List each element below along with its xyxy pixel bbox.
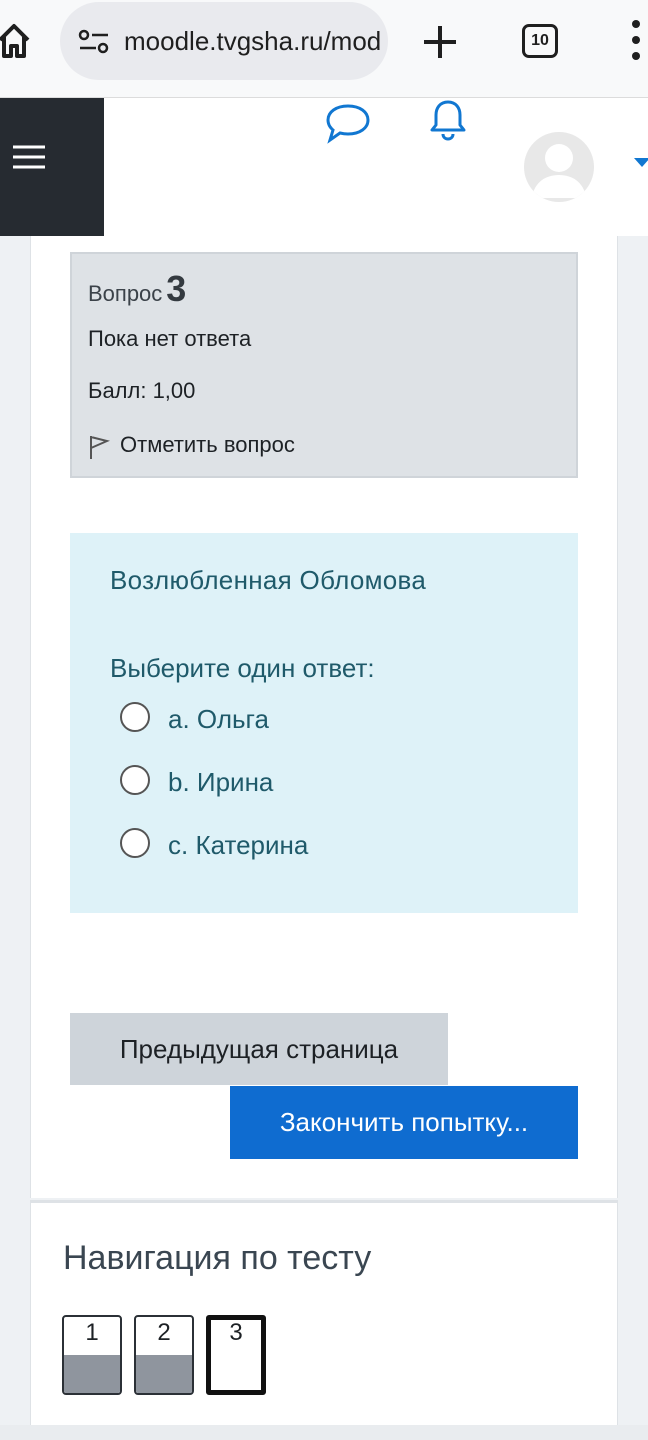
- question-number: 3: [166, 268, 187, 309]
- user-avatar[interactable]: [524, 132, 594, 202]
- messages-icon[interactable]: [324, 102, 372, 144]
- radio-button[interactable]: [120, 702, 150, 732]
- answer-label[interactable]: b. Ирина: [168, 767, 273, 798]
- answer-option[interactable]: a. Ольга: [118, 700, 478, 740]
- site-navbar: [0, 98, 648, 236]
- radio-button[interactable]: [120, 828, 150, 858]
- quiz-navigation-title: Навигация по тесту: [63, 1239, 372, 1277]
- url-text: moodle.tvgsha.ru/mod/quiz/attempt.php: [124, 26, 380, 56]
- question-grade: Балл: 1,00: [88, 378, 196, 403]
- notifications-icon[interactable]: [428, 98, 468, 142]
- radio-button[interactable]: [120, 765, 150, 795]
- question-nav-number: 1: [85, 1319, 99, 1346]
- question-state: Пока нет ответа: [88, 326, 252, 351]
- home-icon[interactable]: [0, 20, 32, 60]
- user-menu-caret-icon[interactable]: [634, 158, 648, 167]
- hamburger-icon: [13, 145, 45, 169]
- question-info-box: Вопрос 3 Пока нет ответа Балл: 1,00 Отмет…: [70, 252, 578, 478]
- previous-page-button[interactable]: Предыдущая страница: [70, 1013, 448, 1085]
- question-text: Возлюбленная Обломова: [110, 565, 427, 595]
- quiz-nav-question-1[interactable]: 1: [62, 1315, 122, 1395]
- flag-question-label: Отметить вопрос: [120, 432, 295, 457]
- more-menu-icon[interactable]: [624, 18, 644, 62]
- quiz-nav-question-3[interactable]: 3: [206, 1315, 266, 1395]
- question-formulation: Возлюбленная Обломова Выберите один отве…: [70, 533, 578, 913]
- answer-prompt: Выберите один ответ:: [110, 653, 375, 683]
- answer-option[interactable]: c. Катерина: [118, 826, 478, 866]
- address-bar[interactable]: moodle.tvgsha.ru/mod/quiz/attempt.php: [60, 2, 388, 80]
- new-tab-icon[interactable]: [420, 22, 460, 62]
- site-settings-icon[interactable]: [78, 28, 110, 56]
- question-nav-number: 3: [229, 1319, 243, 1346]
- drawer-toggle-button[interactable]: [0, 98, 104, 236]
- question-nav-number: 2: [157, 1319, 171, 1346]
- answered-indicator: [64, 1355, 120, 1393]
- question-heading: Вопрос 3: [88, 268, 186, 310]
- finish-attempt-button[interactable]: Закончить попытку...: [230, 1086, 578, 1159]
- answer-option[interactable]: b. Ирина: [118, 763, 478, 803]
- question-label: Вопрос: [88, 281, 163, 306]
- flag-icon: [90, 436, 110, 459]
- answer-label[interactable]: c. Катерина: [168, 830, 308, 861]
- answered-indicator: [136, 1355, 192, 1393]
- page-bottom-strip: [0, 1425, 648, 1440]
- quiz-navigation-block: Навигация по тесту 1 2 3: [30, 1200, 618, 1430]
- browser-toolbar: moodle.tvgsha.ru/mod/quiz/attempt.php 10: [0, 0, 648, 98]
- quiz-nav-question-2[interactable]: 2: [134, 1315, 194, 1395]
- tab-switcher-button[interactable]: 10: [522, 24, 558, 58]
- answer-label[interactable]: a. Ольга: [168, 704, 269, 735]
